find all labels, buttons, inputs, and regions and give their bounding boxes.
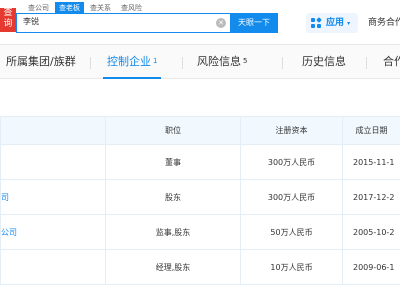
date-cell: 2005-10-2 xyxy=(342,214,400,250)
tab-cooperation-label: 合作 xyxy=(383,55,400,68)
capital-cell: 50万人民币 xyxy=(240,214,343,250)
app-button-label: 应用 xyxy=(326,18,345,28)
table-header-row: 职位 注册资本 成立日期 xyxy=(0,116,400,145)
logo[interactable]: 查 询 xyxy=(0,8,16,32)
profile-tabbar: 所属集团/族群 控制企业 1 风险信息 5 历史信息 合作 xyxy=(0,44,400,79)
caret-down-icon: ▾ xyxy=(347,20,351,27)
apps-grid-icon xyxy=(311,17,322,28)
logo-char-1: 查 xyxy=(3,8,13,18)
capital-cell: 300万人民币 xyxy=(240,179,343,215)
col-header-capital: 注册资本 xyxy=(240,116,343,145)
table-row[interactable]: 董事 300万人民币 2015-11-1 xyxy=(0,144,400,180)
clear-icon[interactable]: ✕ xyxy=(216,18,226,28)
tab-controlled-label: 控制企业 xyxy=(107,55,151,68)
tab-risk-info[interactable]: 风险信息 5 xyxy=(197,45,247,79)
logo-char-2: 询 xyxy=(3,19,13,29)
col-header-company xyxy=(0,116,106,145)
tab-divider xyxy=(282,57,283,69)
search-box: ✕ xyxy=(16,13,230,33)
company-name-link[interactable]: 司 xyxy=(0,179,106,215)
col-header-position: 职位 xyxy=(105,116,241,145)
position-cell: 股东 xyxy=(105,179,241,215)
table-row[interactable]: 司 股东 300万人民币 2017-12-2 xyxy=(0,179,400,215)
tab-count-badge: 5 xyxy=(243,57,248,65)
position-cell: 董事 xyxy=(105,144,241,180)
tab-history-label: 历史信息 xyxy=(302,55,346,68)
app-button[interactable]: 应用 ▾ xyxy=(306,13,358,33)
capital-cell: 10万人民币 xyxy=(240,249,343,285)
tab-history[interactable]: 历史信息 xyxy=(302,45,346,79)
tab-cooperation[interactable]: 合作 xyxy=(383,45,400,79)
tab-group[interactable]: 所属集团/族群 xyxy=(6,45,76,79)
tab-divider xyxy=(182,57,183,69)
col-header-date: 成立日期 xyxy=(342,116,400,145)
tab-group-label: 所属集团/族群 xyxy=(6,55,76,68)
tab-count-badge: 1 xyxy=(153,57,158,65)
tab-risk-label: 风险信息 xyxy=(197,55,241,68)
company-name-link[interactable] xyxy=(0,249,106,285)
date-cell: 2017-12-2 xyxy=(342,179,400,215)
date-cell: 2009-06-1 xyxy=(342,249,400,285)
controlled-companies-table: 职位 注册资本 成立日期 董事 300万人民币 2015-11-1 司 股东 3… xyxy=(0,116,400,285)
tab-divider xyxy=(90,57,91,69)
tab-controlled-companies[interactable]: 控制企业 1 xyxy=(102,45,162,79)
date-cell: 2015-11-1 xyxy=(342,144,400,180)
tab-divider xyxy=(366,57,367,69)
business-cooperation-link[interactable]: 商务合作 xyxy=(368,13,400,33)
search-button[interactable]: 天眼一下 xyxy=(230,13,278,33)
position-cell: 经理,股东 xyxy=(105,249,241,285)
table-row[interactable]: 经理,股东 10万人民币 2009-06-1 xyxy=(0,249,400,285)
table-row[interactable]: 公司 监事,股东 50万人民币 2005-10-2 xyxy=(0,214,400,250)
company-name-link[interactable] xyxy=(0,144,106,180)
capital-cell: 300万人民币 xyxy=(240,144,343,180)
search-input[interactable] xyxy=(23,17,203,26)
position-cell: 监事,股东 xyxy=(105,214,241,250)
company-name-link[interactable]: 公司 xyxy=(0,214,106,250)
